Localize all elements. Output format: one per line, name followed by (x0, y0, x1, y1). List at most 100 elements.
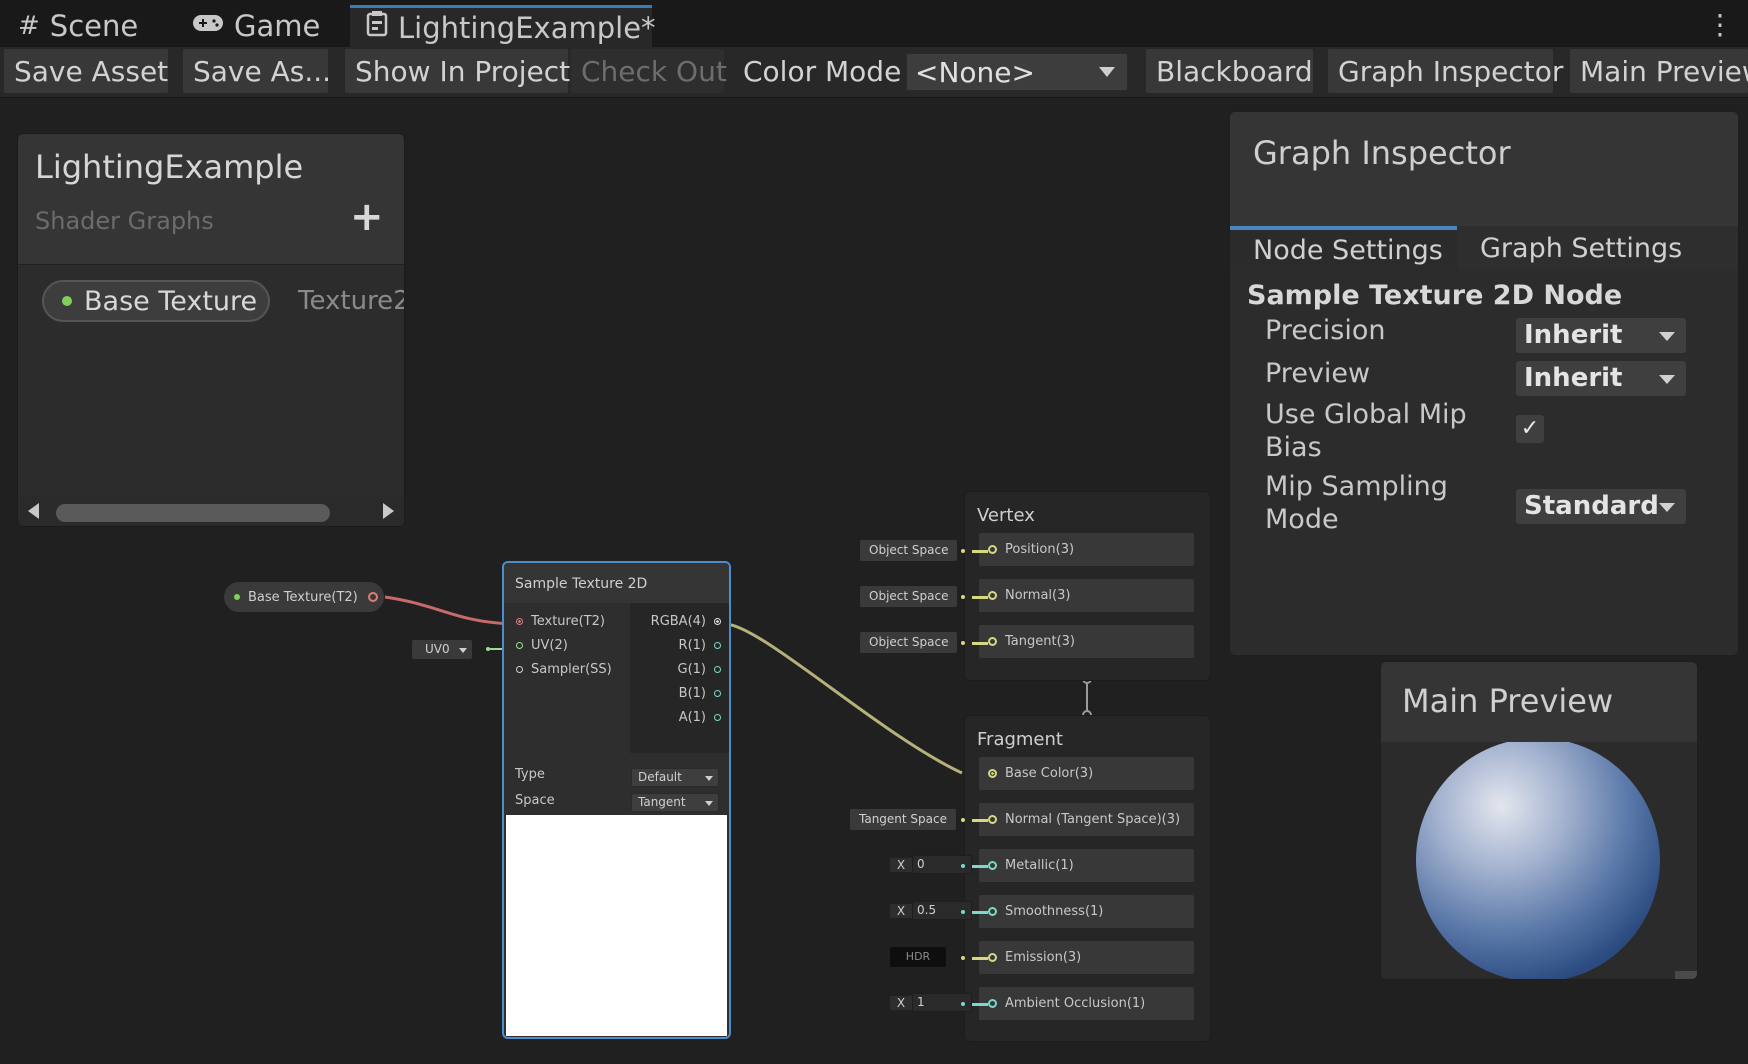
position-space-tag[interactable]: Object Space (860, 540, 958, 561)
resize-handle[interactable] (1675, 971, 1697, 979)
node-settings: Type Default Space Tangent (504, 753, 729, 813)
port-icon[interactable] (988, 861, 997, 870)
port-icon[interactable] (714, 618, 721, 625)
node-inputs: Texture(T2) UV(2) Sampler(SS) (504, 603, 630, 713)
block-label: Normal(3) (1005, 588, 1071, 603)
port-icon[interactable] (988, 907, 997, 916)
connector-dot (961, 1002, 965, 1006)
normal-space-tag[interactable]: Object Space (860, 586, 958, 607)
output-b[interactable]: B(1) (679, 686, 721, 701)
main-preview-panel: Main Preview (1380, 661, 1698, 980)
add-property-button[interactable]: + (350, 194, 384, 240)
port-icon[interactable] (714, 690, 721, 697)
type-dropdown[interactable]: Default (631, 768, 719, 787)
scrollbar-thumb[interactable] (56, 504, 330, 522)
block-position[interactable]: Position(3) (979, 533, 1194, 566)
tab-graph-settings[interactable]: Graph Settings (1480, 226, 1682, 270)
port-icon[interactable] (714, 666, 721, 673)
port-icon[interactable] (988, 637, 997, 646)
port-icon[interactable] (516, 642, 523, 649)
vertex-title: Vertex (977, 505, 1035, 526)
exposed-dot-icon (62, 296, 72, 306)
blackboard-header: LightingExample Shader Graphs + (18, 134, 404, 265)
port-icon[interactable] (988, 953, 997, 962)
x-label: X (890, 857, 912, 872)
preview-sphere[interactable] (1415, 742, 1661, 979)
property-base-texture[interactable]: Base Texture (42, 280, 270, 322)
property-node-base-texture[interactable]: Base Texture(T2) (224, 582, 384, 612)
port-icon[interactable] (516, 618, 523, 625)
port-icon[interactable] (988, 815, 997, 824)
chevron-down-icon (1659, 374, 1675, 384)
connector-wire (972, 1003, 988, 1006)
block-base-color[interactable]: Base Color(3) (979, 757, 1194, 790)
uv-channel-value: UV0 (425, 642, 450, 656)
block-label: Position(3) (1005, 542, 1075, 557)
mip-bias-checkbox[interactable]: ✓ (1516, 415, 1544, 443)
smoothness-field[interactable]: X 0.5 (890, 901, 972, 920)
output-a[interactable]: A(1) (679, 710, 721, 725)
chevron-down-icon (1659, 502, 1675, 512)
connector-dot (961, 818, 965, 822)
connector-wire (972, 865, 988, 868)
port-label: UV(2) (531, 638, 568, 653)
connector-wire (972, 911, 988, 914)
scroll-right-icon[interactable] (383, 503, 394, 519)
block-normal[interactable]: Normal(3) (979, 579, 1194, 612)
block-metallic[interactable]: Metallic(1) (979, 849, 1194, 882)
input-uv[interactable]: UV(2) (516, 638, 568, 653)
input-sampler[interactable]: Sampler(SS) (516, 662, 612, 677)
uv-channel-dropdown[interactable]: UV0 (412, 640, 472, 659)
blackboard-scrollbar[interactable] (18, 496, 404, 526)
output-rgba[interactable]: RGBA(4) (651, 614, 721, 629)
normal-space-tag[interactable]: Tangent Space (850, 809, 956, 830)
precision-label: Precision (1265, 315, 1386, 346)
type-value: Default (638, 770, 682, 784)
metallic-field[interactable]: X 0 (890, 855, 972, 874)
port-icon[interactable] (988, 769, 997, 778)
tangent-space-tag[interactable]: Object Space (860, 632, 958, 653)
space-dropdown[interactable]: Tangent (631, 793, 719, 812)
node-settings-title: Sample Texture 2D Node (1247, 280, 1623, 311)
blackboard-subtitle: Shader Graphs (35, 207, 214, 235)
port-icon[interactable] (988, 999, 997, 1008)
port-icon[interactable] (516, 666, 523, 673)
inspector-title: Graph Inspector (1253, 134, 1511, 172)
blackboard-panel: LightingExample Shader Graphs + Base Tex… (17, 133, 405, 527)
port-icon[interactable] (714, 714, 721, 721)
block-normal-tangent-space[interactable]: Normal (Tangent Space)(3) (979, 803, 1194, 836)
block-ambient-occlusion[interactable]: Ambient Occlusion(1) (979, 987, 1194, 1020)
node-title: Sample Texture 2D (504, 563, 729, 603)
output-g[interactable]: G(1) (677, 662, 721, 677)
mip-bias-label-line-2: Bias (1265, 432, 1322, 463)
mip-mode-dropdown[interactable]: Standard (1516, 489, 1686, 524)
inspector-tabs: Node Settings Graph Settings (1230, 226, 1738, 270)
port-label: G(1) (677, 662, 707, 677)
connector-dot (961, 549, 965, 553)
mip-mode-label-line-1: Mip Sampling (1265, 471, 1448, 502)
uv-port-dot (486, 647, 490, 651)
preview-dropdown[interactable]: Inherit (1516, 361, 1686, 396)
block-label: Tangent(3) (1005, 634, 1075, 649)
output-r[interactable]: R(1) (679, 638, 721, 653)
occlusion-field[interactable]: X 1 (890, 993, 972, 1012)
connector-wire (972, 596, 988, 599)
output-port-icon[interactable] (367, 592, 378, 602)
block-smoothness[interactable]: Smoothness(1) (979, 895, 1194, 928)
connector-dot (961, 641, 965, 645)
port-label: B(1) (678, 686, 706, 701)
input-texture[interactable]: Texture(T2) (516, 614, 605, 629)
sample-texture-2d-node[interactable]: Sample Texture 2D RGBA(4) R(1) G(1) B(1)… (502, 561, 731, 1039)
block-emission[interactable]: Emission(3) (979, 941, 1194, 974)
port-icon[interactable] (714, 642, 721, 649)
blackboard-title: LightingExample (35, 148, 304, 186)
block-tangent[interactable]: Tangent(3) (979, 625, 1194, 658)
tab-node-settings[interactable]: Node Settings (1230, 226, 1457, 270)
exposed-dot-icon (234, 594, 240, 600)
scroll-left-icon[interactable] (28, 503, 39, 519)
precision-dropdown[interactable]: Inherit (1516, 318, 1686, 353)
port-icon[interactable] (988, 545, 997, 554)
emission-hdr-color-field[interactable]: HDR (890, 947, 946, 967)
port-icon[interactable] (988, 591, 997, 600)
mip-mode-label-line-2: Mode (1265, 504, 1339, 535)
